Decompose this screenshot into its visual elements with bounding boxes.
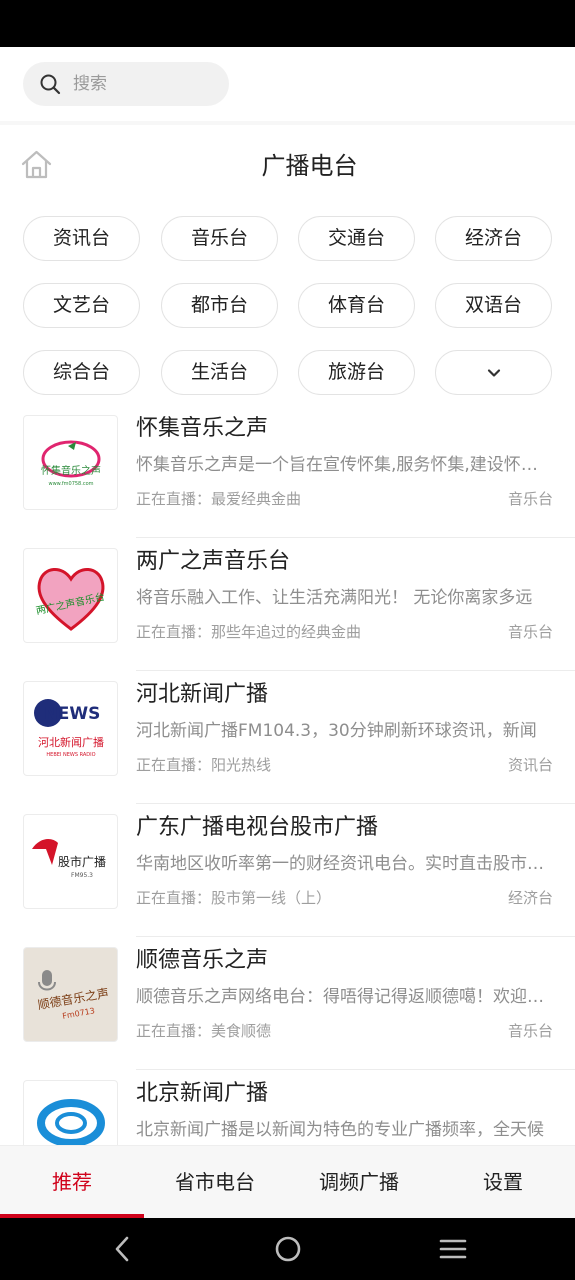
search-input[interactable]: 搜索 bbox=[23, 62, 229, 106]
station-description: 华南地区收听率第一的财经资讯电台。实时直击股市行情 bbox=[136, 854, 552, 874]
station-now-playing: 正在直播：那些年追过的经典金曲 bbox=[136, 623, 362, 641]
tab-label: 设置 bbox=[483, 1170, 523, 1194]
station-now-playing: 正在直播：美食顺德 bbox=[136, 1022, 272, 1040]
station-logo bbox=[23, 1080, 118, 1145]
status-bar bbox=[0, 0, 575, 47]
expand-categories-button[interactable] bbox=[435, 350, 552, 395]
station-category: 音乐台 bbox=[507, 623, 553, 641]
page-header: 广播电台 bbox=[0, 125, 575, 207]
station-description: 顺德音乐之声网络电台：得唔得记得返顺德噶！欢迎收听 bbox=[136, 987, 552, 1007]
tab-provincial-stations[interactable]: 省市电台 bbox=[143, 1146, 287, 1219]
search-placeholder: 搜索 bbox=[73, 74, 107, 94]
station-logo-subtext: www.fm0758.com bbox=[48, 481, 93, 487]
station-now-playing: 正在直播：股市第一线（上） bbox=[136, 889, 332, 907]
system-nav-bar bbox=[0, 1218, 575, 1280]
category-chip[interactable]: 双语台 bbox=[435, 283, 552, 328]
station-logo-subtext: 河北新闻广播 bbox=[38, 735, 104, 749]
station-logo: 顺德音乐之声 Fm0713 bbox=[23, 947, 118, 1042]
station-title: 怀集音乐之声 bbox=[136, 416, 269, 441]
category-chip[interactable]: 综合台 bbox=[23, 350, 140, 395]
category-chip[interactable]: 生活台 bbox=[161, 350, 278, 395]
category-chip[interactable]: 交通台 bbox=[298, 216, 415, 261]
category-chip[interactable]: 音乐台 bbox=[161, 216, 278, 261]
station-logo-text: NEWS bbox=[44, 704, 101, 724]
search-area: 搜索 bbox=[0, 47, 575, 121]
category-chip[interactable]: 文艺台 bbox=[23, 283, 140, 328]
station-logo-subtext: HEBEI NEWS RADIO bbox=[46, 752, 95, 758]
category-chip[interactable]: 体育台 bbox=[298, 283, 415, 328]
station-title: 广东广播电视台股市广播 bbox=[136, 815, 379, 840]
station-title: 北京新闻广播 bbox=[136, 1081, 269, 1106]
station-description: 怀集音乐之声是一个旨在宣传怀集,服务怀集,建设怀集的电台 bbox=[136, 455, 552, 475]
station-description: 河北新闻广播FM104.3，30分钟刷新环球资讯，新闻 bbox=[136, 721, 537, 741]
tab-label: 调频广播 bbox=[319, 1170, 399, 1194]
chevron-down-icon bbox=[487, 369, 501, 377]
station-description: 北京新闻广播是以新闻为特色的专业广播频率，全天候 bbox=[136, 1120, 544, 1140]
station-row[interactable]: NEWS 河北新闻广播 HEBEI NEWS RADIO 河北新闻广播 河北新闻… bbox=[0, 671, 575, 804]
category-chip[interactable]: 经济台 bbox=[435, 216, 552, 261]
station-logo: NEWS 河北新闻广播 HEBEI NEWS RADIO bbox=[23, 681, 118, 776]
station-description: 将音乐融入工作、让生活充满阳光！ 无论你离家多远 bbox=[136, 588, 533, 608]
tab-label: 省市电台 bbox=[175, 1170, 255, 1194]
station-logo-image: 股市广播 FM95.3 bbox=[32, 839, 106, 879]
station-row[interactable]: 股市广播 FM95.3 广东广播电视台股市广播 华南地区收听率第一的财经资讯电台… bbox=[0, 804, 575, 937]
tab-fm-broadcast[interactable]: 调频广播 bbox=[287, 1146, 431, 1219]
tab-recommended[interactable]: 推荐 bbox=[0, 1146, 144, 1219]
station-logo: 怀集音乐之声 www.fm0758.com bbox=[23, 415, 118, 510]
station-logo: 两广之声音乐台 bbox=[23, 548, 118, 643]
station-title: 顺德音乐之声 bbox=[136, 948, 269, 973]
station-now-playing: 正在直播：阳光热线 bbox=[136, 756, 272, 774]
page-title: 广播电台 bbox=[261, 152, 358, 180]
home-button-icon[interactable] bbox=[273, 1234, 303, 1264]
station-row[interactable]: 北京新闻广播 北京新闻广播是以新闻为特色的专业广播频率，全天候 bbox=[0, 1070, 575, 1145]
station-category: 资讯台 bbox=[507, 756, 553, 774]
station-logo-image: 顺德音乐之声 Fm0713 bbox=[36, 970, 110, 1021]
station-logo-subtext: Fm0713 bbox=[62, 1006, 96, 1021]
station-logo-image bbox=[37, 1099, 105, 1145]
back-icon[interactable] bbox=[110, 1234, 134, 1264]
bottom-tab-bar: 推荐 省市电台 调频广播 设置 bbox=[0, 1145, 575, 1219]
station-logo-subtext: FM95.3 bbox=[71, 872, 93, 879]
category-chip[interactable]: 旅游台 bbox=[298, 350, 415, 395]
station-list: 怀集音乐之声 www.fm0758.com 怀集音乐之声 怀集音乐之声是一个旨在… bbox=[0, 405, 575, 1145]
station-logo-image: NEWS 河北新闻广播 HEBEI NEWS RADIO bbox=[34, 699, 104, 758]
search-icon bbox=[40, 74, 61, 95]
station-logo-text: 怀集音乐之声 bbox=[41, 464, 101, 477]
station-category: 经济台 bbox=[507, 889, 553, 907]
station-title: 两广之声音乐台 bbox=[136, 549, 291, 574]
recent-apps-icon[interactable] bbox=[439, 1234, 467, 1264]
station-row[interactable]: 顺德音乐之声 Fm0713 顺德音乐之声 顺德音乐之声网络电台：得唔得记得返顺德… bbox=[0, 937, 575, 1070]
station-title: 河北新闻广播 bbox=[136, 682, 269, 707]
station-logo-text: 股市广播 bbox=[58, 854, 106, 869]
tab-settings[interactable]: 设置 bbox=[431, 1146, 575, 1219]
station-category: 音乐台 bbox=[507, 1022, 553, 1040]
station-category: 音乐台 bbox=[507, 490, 553, 508]
station-logo-image: 怀集音乐之声 www.fm0758.com bbox=[41, 440, 101, 487]
category-chip[interactable]: 都市台 bbox=[161, 283, 278, 328]
station-row[interactable]: 怀集音乐之声 www.fm0758.com 怀集音乐之声 怀集音乐之声是一个旨在… bbox=[0, 405, 575, 538]
category-chip[interactable]: 资讯台 bbox=[23, 216, 140, 261]
tab-label: 推荐 bbox=[52, 1170, 92, 1194]
station-now-playing: 正在直播：最爱经典金曲 bbox=[136, 490, 302, 508]
station-logo-image: 两广之声音乐台 bbox=[35, 568, 106, 631]
station-logo: 股市广播 FM95.3 bbox=[23, 814, 118, 909]
station-row[interactable]: 两广之声音乐台 两广之声音乐台 将音乐融入工作、让生活充满阳光！ 无论你离家多远… bbox=[0, 538, 575, 671]
